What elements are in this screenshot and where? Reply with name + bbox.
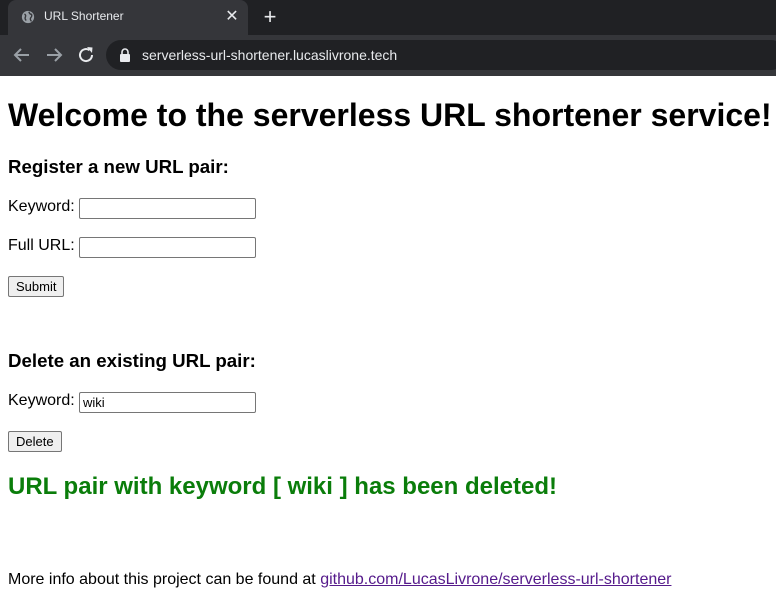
submit-button[interactable]: Submit <box>8 276 65 297</box>
register-heading: Register a new URL pair: <box>8 156 229 177</box>
browser-toolbar: serverless-url-shortener.lucaslivrone.te… <box>0 35 776 76</box>
page-title: Welcome to the serverless URL shortener … <box>8 97 772 133</box>
lock-icon[interactable] <box>119 48 131 62</box>
new-tab-icon[interactable]: + <box>260 6 280 28</box>
back-arrow-icon[interactable] <box>11 44 33 66</box>
full-url-input[interactable] <box>79 237 256 258</box>
delete-button[interactable]: Delete <box>8 431 62 452</box>
url-text[interactable]: serverless-url-shortener.lucaslivrone.te… <box>142 47 397 63</box>
browser-tab[interactable]: URL Shortener ✕ <box>8 0 248 35</box>
register-keyword-label: Keyword: <box>8 198 75 215</box>
globe-icon <box>21 10 35 24</box>
tab-title: URL Shortener <box>44 9 124 23</box>
footer-label: More info about this project can be foun… <box>8 571 321 588</box>
browser-tab-strip: URL Shortener ✕ + <box>0 0 776 35</box>
address-bar[interactable]: serverless-url-shortener.lucaslivrone.te… <box>106 40 776 70</box>
footer-text: More info about this project can be foun… <box>8 571 671 589</box>
page-content: Welcome to the serverless URL shortener … <box>0 76 776 608</box>
close-tab-icon[interactable]: ✕ <box>224 9 240 25</box>
delete-keyword-label: Keyword: <box>8 392 75 409</box>
forward-arrow-icon[interactable] <box>43 44 65 66</box>
delete-heading: Delete an existing URL pair: <box>8 350 256 371</box>
github-link[interactable]: github.com/LucasLivrone/serverless-url-s… <box>320 571 671 588</box>
delete-keyword-input[interactable] <box>79 392 256 413</box>
success-message: URL pair with keyword [ wiki ] has been … <box>8 473 557 500</box>
full-url-label: Full URL: <box>8 237 75 254</box>
register-keyword-input[interactable] <box>79 198 256 219</box>
reload-icon[interactable] <box>75 44 97 66</box>
